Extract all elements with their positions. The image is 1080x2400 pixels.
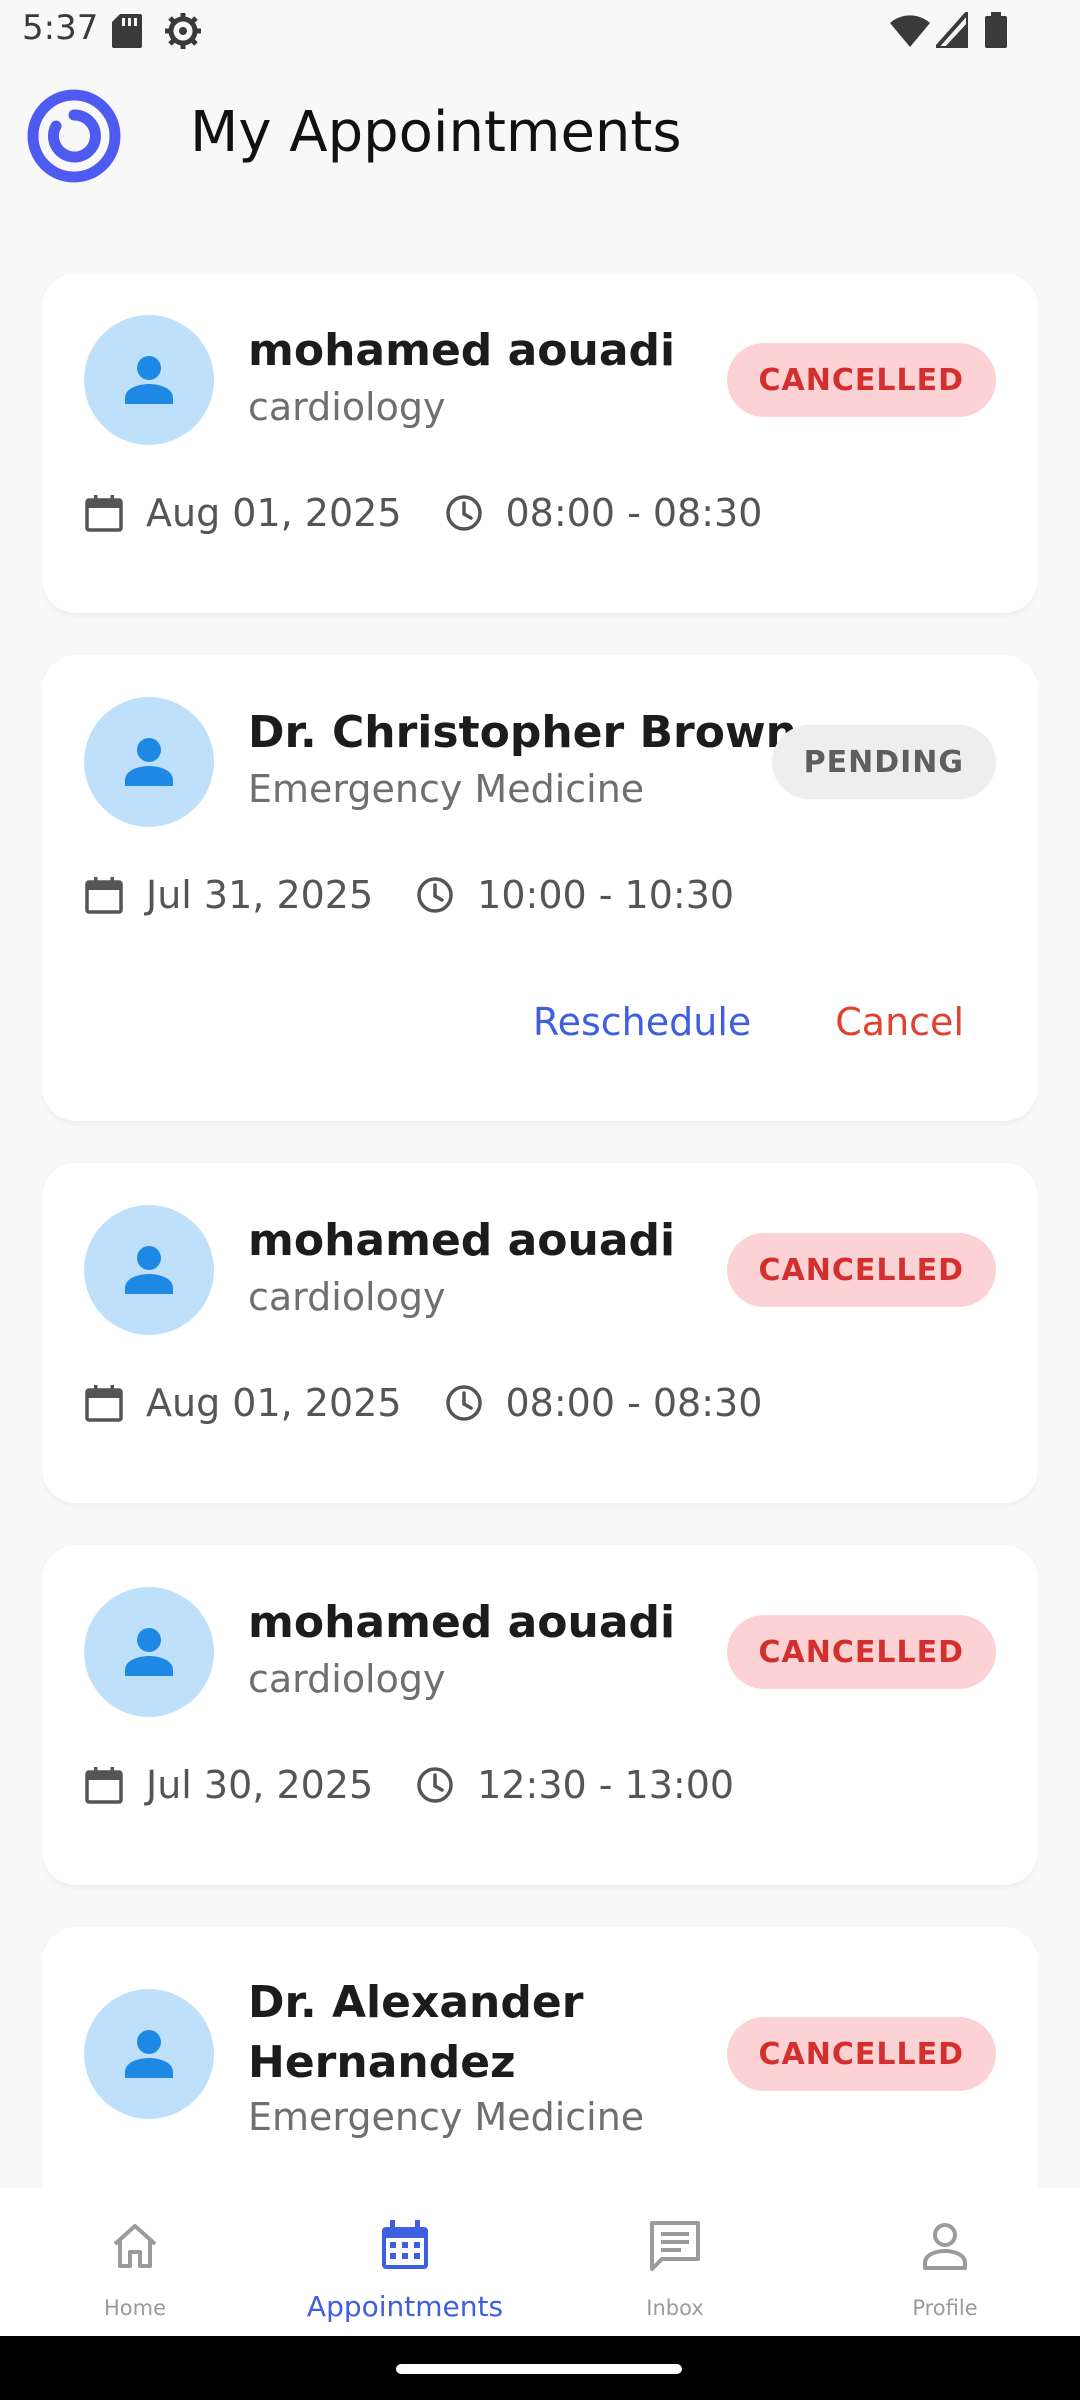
appointment-meta: Aug 01, 2025 08:00 - 08:30 [84,488,762,538]
nav-label: Appointments [306,2290,504,2323]
avatar [84,1989,214,2119]
appointment-card[interactable]: mohamed aouadi cardiology CANCELLED Jul … [42,1545,1038,1885]
appointment-time: 08:00 - 08:30 [505,491,763,535]
calendar-icon [382,2220,428,2269]
calendar-icon [85,1385,123,1422]
status-badge: CANCELLED [726,343,996,417]
appointment-time: 12:30 - 13:00 [477,1763,735,1807]
appointment-card[interactable]: Dr. Alexander Hernandez Emergency Medici… [42,1927,1038,2188]
appointment-card[interactable]: mohamed aouadi cardiology CANCELLED Aug … [42,1163,1038,1503]
reschedule-button[interactable]: Reschedule [533,1000,751,1044]
person-icon [125,356,173,404]
clock-icon [445,495,482,531]
cancel-button[interactable]: Cancel [835,1000,964,1044]
screen: 5:37 My Appointments mohamed aouadi card… [0,0,1080,2400]
nav-item-profile[interactable]: Profile [810,2188,1080,2336]
appointment-actions: Reschedule Cancel [533,1000,964,1044]
nav-item-home[interactable]: Home [0,2188,270,2336]
page-title: My Appointments [190,100,682,165]
doctor-name: Dr. Alexander Hernandez [248,1977,584,2088]
doctor-name: mohamed aouadi [248,1215,676,1266]
doctor-name: mohamed aouadi [248,325,676,376]
signal-icon [936,12,968,48]
person-icon [923,2223,967,2270]
appointment-date: Aug 01, 2025 [146,491,402,535]
status-time: 5:37 [22,8,99,48]
avatar [84,1205,214,1335]
clock-icon [417,1767,453,1803]
battery-icon [985,12,1007,48]
person-icon [125,1628,173,1676]
settings-icon [165,13,201,49]
gesture-bar [0,2336,1080,2400]
home-icon [113,2224,157,2268]
nav-label: Inbox [646,2296,704,2320]
appointment-meta: Jul 30, 2025 12:30 - 13:00 [84,1760,734,1810]
calendar-icon [85,877,123,914]
appointment-date: Aug 01, 2025 [146,1381,402,1425]
avatar [84,1587,214,1717]
app-logo-icon [27,89,121,183]
doctor-name: mohamed aouadi [248,1597,676,1648]
appointment-card[interactable]: mohamed aouadi cardiology CANCELLED Aug … [42,273,1038,613]
status-badge: CANCELLED [726,1615,996,1689]
status-badge: CANCELLED [726,1233,996,1307]
clock-icon [417,877,453,913]
person-icon [125,1246,173,1294]
calendar-icon [85,1767,123,1804]
doctor-specialty: cardiology [248,1657,446,1701]
bottom-nav: Home Appointments Inbox Profile [0,2188,1080,2336]
appointment-time: 08:00 - 08:30 [505,1381,763,1425]
status-bar: 5:37 [0,0,1080,64]
nav-item-appointments[interactable]: Appointments [270,2188,540,2336]
nav-item-inbox[interactable]: Inbox [540,2188,810,2336]
nav-label: Profile [912,2296,978,2320]
doctor-specialty: Emergency Medicine [248,2095,645,2139]
doctor-specialty: cardiology [248,1275,446,1319]
doctor-specialty: Emergency Medicine [248,767,645,811]
appointment-meta: Aug 01, 2025 08:00 - 08:30 [84,1378,762,1428]
appointment-meta: Jul 31, 2025 10:00 - 10:30 [84,870,734,920]
appointment-card[interactable]: Dr. Christopher Brown Emergency Medicine… [42,655,1038,1121]
avatar [84,315,214,445]
gesture-handle[interactable] [396,2364,682,2374]
appointment-time: 10:00 - 10:30 [477,873,735,917]
sd-card-icon [112,14,142,48]
nav-label: Home [103,2296,166,2320]
chat-icon [650,2221,700,2271]
avatar [84,697,214,827]
wifi-icon [890,15,930,47]
calendar-icon [85,495,123,532]
status-badge: CANCELLED [726,2017,996,2091]
status-badge: PENDING [771,725,996,799]
appointment-list[interactable]: mohamed aouadi cardiology CANCELLED Aug … [42,273,1038,2188]
appointment-date: Jul 30, 2025 [146,1763,374,1807]
person-icon [125,738,173,786]
person-icon [125,2030,173,2078]
doctor-name: Dr. Christopher Brown [248,707,797,758]
appointment-date: Jul 31, 2025 [146,873,374,917]
clock-icon [445,1385,482,1421]
doctor-specialty: cardiology [248,385,446,429]
